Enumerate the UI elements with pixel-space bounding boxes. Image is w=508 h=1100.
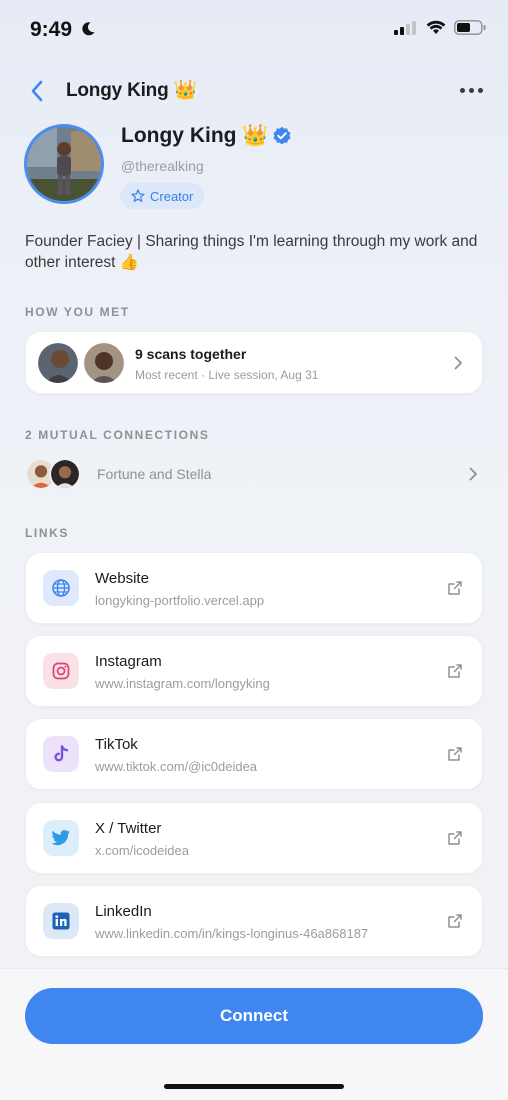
link-card-twitter[interactable]: X / Twitter x.com/icodeidea — [25, 802, 483, 874]
tiktok-icon — [43, 736, 79, 772]
more-dot-icon — [477, 87, 483, 93]
twitter-bird-icon-svg — [51, 830, 70, 846]
external-link-icon — [448, 581, 462, 595]
mutual-avatar-stella — [49, 458, 81, 490]
link-card-linkedin[interactable]: LinkedIn www.linkedin.com/in/kings-longi… — [25, 885, 483, 957]
chevron-left-icon — [31, 80, 43, 102]
profile-name-text: Longy King 👑 — [121, 124, 269, 147]
status-icons — [394, 20, 486, 35]
moon-icon — [82, 22, 95, 36]
profile-header: Longy King 👑 @therealking Creator — [24, 124, 484, 214]
status-time-text: 9:49 — [30, 18, 73, 41]
nav-title: Longy King 👑 — [66, 80, 198, 101]
cellular-signal-icon — [394, 20, 416, 35]
home-indicator[interactable] — [164, 1084, 344, 1089]
wifi-icon — [426, 20, 446, 34]
profile-handle: @therealking — [121, 158, 204, 174]
met-avatar-self — [38, 343, 78, 383]
link-url: www.tiktok.com/@ic0deidea — [95, 759, 258, 774]
external-link-icon — [448, 664, 462, 678]
how-you-met-card[interactable]: 9 scans together Most recent · Live sess… — [25, 331, 483, 394]
mutual-names: Fortune and Stella — [97, 466, 212, 482]
status-bar: 9:49 — [0, 0, 508, 60]
link-title: X / Twitter — [95, 820, 162, 837]
met-subtitle: Most recent · Live session, Aug 31 — [135, 368, 319, 382]
chevron-right-icon — [454, 356, 462, 369]
profile-name: Longy King 👑 — [121, 124, 292, 148]
status-time: 9:49 — [30, 18, 96, 42]
creator-badge[interactable]: Creator — [120, 183, 205, 209]
met-avatars — [38, 343, 124, 383]
link-card-instagram[interactable]: Instagram www.instagram.com/longyking — [25, 635, 483, 707]
link-title: Instagram — [95, 653, 162, 670]
profile-bio: Founder Faciey | Sharing things I'm lear… — [25, 233, 478, 271]
more-options-button[interactable] — [456, 78, 486, 102]
link-card-tiktok[interactable]: TikTok www.tiktok.com/@ic0deidea — [25, 718, 483, 790]
link-title: Website — [95, 570, 149, 587]
battery-icon — [454, 20, 486, 35]
external-link-icon — [448, 747, 462, 761]
star-outline-icon — [131, 189, 145, 202]
link-title: LinkedIn — [95, 903, 152, 920]
creator-badge-label: Creator — [150, 188, 194, 204]
met-title: 9 scans together — [135, 346, 247, 362]
linkedin-icon — [43, 903, 79, 939]
link-url: www.linkedin.com/in/kings-longinus-46a86… — [95, 926, 369, 941]
external-link-icon — [448, 914, 462, 928]
profile-avatar[interactable] — [24, 124, 104, 204]
more-dot-icon — [468, 87, 474, 93]
profile-photo — [27, 127, 101, 201]
verified-badge-icon — [273, 126, 291, 145]
link-url: www.instagram.com/longyking — [95, 676, 270, 691]
external-link-icon — [448, 831, 462, 845]
twitter-icon — [43, 820, 79, 856]
bottom-action-bar: Connect — [0, 968, 508, 1100]
how-you-met-label: HOW YOU MET — [25, 305, 130, 319]
links-label: LINKS — [25, 526, 69, 540]
more-dot-icon — [459, 87, 465, 93]
link-url: x.com/icodeidea — [95, 843, 189, 858]
nav-bar: Longy King 👑 — [0, 70, 508, 110]
instagram-icon-svg — [52, 662, 70, 680]
link-title: TikTok — [95, 736, 138, 753]
tiktok-icon-svg — [54, 745, 69, 762]
connect-button[interactable]: Connect — [25, 988, 483, 1044]
globe-icon — [43, 570, 79, 606]
chevron-right-icon — [469, 467, 477, 481]
globe-icon-svg — [52, 579, 70, 597]
link-card-website[interactable]: Website longyking-portfolio.vercel.app — [25, 552, 483, 624]
back-button[interactable] — [24, 76, 50, 106]
link-url: longyking-portfolio.vercel.app — [95, 593, 265, 608]
mutual-connections-label: 2 MUTUAL CONNECTIONS — [25, 428, 210, 442]
linkedin-icon-svg — [52, 912, 70, 930]
mutual-connections-row[interactable]: Fortune and Stella — [25, 454, 483, 494]
instagram-icon — [43, 653, 79, 689]
met-avatar-other — [84, 343, 124, 383]
mutual-avatars — [25, 456, 85, 490]
